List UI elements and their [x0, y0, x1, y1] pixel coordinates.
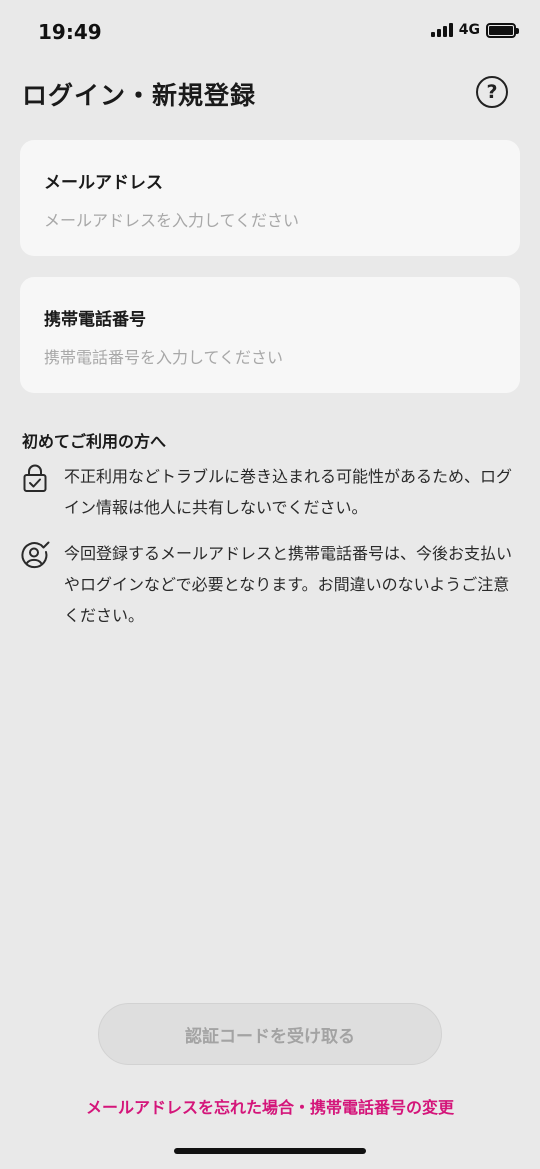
receive-code-button[interactable]: 認証コードを受け取る	[98, 1003, 442, 1065]
user-check-icon	[21, 541, 50, 569]
email-field-card[interactable]: メールアドレス	[20, 140, 520, 256]
network-type: 4G	[458, 22, 480, 38]
receive-code-button-label: 認証コードを受け取る	[185, 1026, 355, 1047]
signal-bars-icon	[430, 23, 453, 37]
phone-field[interactable]	[44, 343, 494, 371]
phone-field-card[interactable]: 携帯電話番号	[20, 277, 520, 393]
help-button[interactable]: ?	[476, 76, 508, 108]
home-indicator[interactable]	[174, 1148, 366, 1154]
phone-field-label: 携帯電話番号	[44, 310, 146, 330]
notice-item-registration: 今回登録するメールアドレスと携帯電話番号は、今後お支払いやログインなどで必要とな…	[20, 538, 520, 631]
email-field[interactable]	[44, 206, 494, 234]
notice-item-security: 不正利用などトラブルに巻き込まれる可能性があるため、ログイン情報は他人に共有しな…	[20, 461, 520, 523]
forgot-email-link[interactable]: メールアドレスを忘れた場合・携帯電話番号の変更	[0, 1094, 540, 1118]
notice-title: 初めてご利用の方へ	[22, 432, 167, 451]
notice-text-security: 不正利用などトラブルに巻き込まれる可能性があるため、ログイン情報は他人に共有しな…	[64, 467, 513, 517]
status-bar: 19:49 4G	[0, 0, 540, 60]
page-title: ログイン・新規登録	[22, 81, 257, 110]
login-screen: 19:49 4G ログイン・新規登録 ? メールアドレス 携帯電話番号 初めてご…	[0, 0, 540, 1169]
email-field-label: メールアドレス	[44, 173, 163, 193]
battery-full-icon	[486, 22, 519, 38]
status-time: 19:49	[38, 20, 102, 44]
notice-text-registration: 今回登録するメールアドレスと携帯電話番号は、今後お支払いやログインなどで必要とな…	[64, 544, 513, 625]
status-indicators: 4G	[430, 22, 519, 38]
lock-check-icon	[23, 464, 47, 492]
help-icon: ?	[486, 81, 498, 103]
